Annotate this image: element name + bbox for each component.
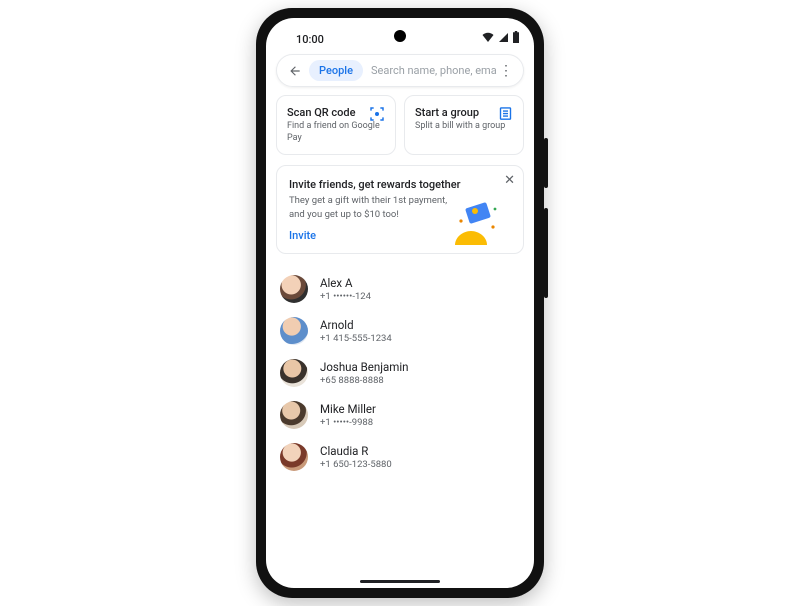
promo-illustration (445, 201, 505, 247)
contact-row[interactable]: Alex A +1 ••••••-124 (276, 268, 524, 310)
volume-button (544, 208, 548, 298)
gesture-nav-bar[interactable] (266, 574, 534, 588)
contact-row[interactable]: Joshua Benjamin +65 8888-8888 (276, 352, 524, 394)
screen: 10:00 People Search name, phone, email ⋮ (266, 18, 534, 588)
contact-name: Joshua Benjamin (320, 360, 408, 374)
contact-row[interactable]: Claudia R +1 650-123-5880 (276, 436, 524, 478)
contact-phone: +1 650-123-5880 (320, 459, 392, 470)
scan-qr-card[interactable]: Scan QR code Find a friend on Google Pay (276, 95, 396, 155)
contact-row[interactable]: Mike Miller +1 •••••-9988 (276, 394, 524, 436)
contact-row[interactable]: Arnold +1 415-555-1234 (276, 310, 524, 352)
promo-body: They get a gift with their 1st payment, … (289, 194, 449, 221)
back-arrow-icon[interactable] (285, 61, 305, 81)
contact-phone: +1 ••••••-124 (320, 291, 371, 302)
contact-phone: +1 •••••-9988 (320, 417, 376, 428)
start-group-card[interactable]: Start a group Split a bill with a group (404, 95, 524, 155)
avatar (280, 359, 308, 387)
contact-phone: +65 8888-8888 (320, 375, 408, 386)
search-bar[interactable]: People Search name, phone, email ⋮ (276, 54, 524, 87)
invite-link[interactable]: Invite (289, 229, 316, 242)
avatar (280, 317, 308, 345)
contact-name: Claudia R (320, 444, 392, 458)
contact-name: Alex A (320, 276, 371, 290)
people-chip[interactable]: People (309, 60, 363, 81)
avatar (280, 443, 308, 471)
close-icon[interactable]: ✕ (504, 174, 515, 187)
battery-icon (512, 31, 520, 46)
qr-scan-icon (369, 106, 385, 126)
avatar (280, 401, 308, 429)
phone-frame: 10:00 People Search name, phone, email ⋮ (256, 8, 544, 598)
power-button (544, 138, 548, 188)
cell-signal-icon (498, 32, 508, 45)
invite-promo-card: ✕ Invite friends, get rewards together T… (276, 165, 524, 254)
wifi-icon (482, 32, 494, 45)
camera-hole (394, 30, 406, 42)
clock: 10:00 (296, 33, 324, 46)
content: Scan QR code Find a friend on Google Pay… (266, 95, 534, 574)
avatar (280, 275, 308, 303)
contact-name: Mike Miller (320, 402, 376, 416)
nav-pill (360, 580, 440, 583)
more-icon[interactable]: ⋮ (497, 64, 515, 78)
contact-phone: +1 415-555-1234 (320, 333, 392, 344)
search-input[interactable]: Search name, phone, email (371, 64, 497, 77)
promo-title: Invite friends, get rewards together (289, 178, 511, 191)
contact-name: Arnold (320, 318, 392, 332)
receipt-icon (498, 106, 513, 125)
